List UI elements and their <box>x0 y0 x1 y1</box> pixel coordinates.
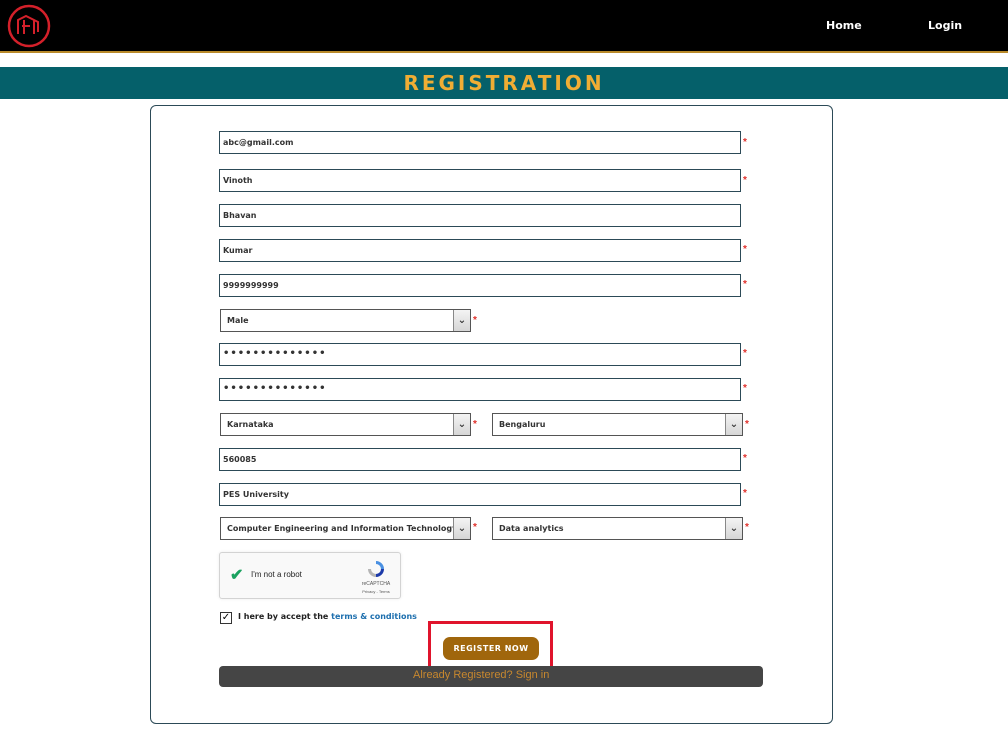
chevron-down-icon[interactable]: ⌄ <box>453 414 470 435</box>
logo-icon[interactable] <box>6 4 52 48</box>
middle-name-field[interactable]: Bhavan <box>219 204 741 227</box>
required-marker: * <box>473 315 477 326</box>
required-marker: * <box>743 383 747 394</box>
recaptcha-brand: reCAPTCHA <box>361 581 391 587</box>
phone-field[interactable]: 9999999999 <box>219 274 741 297</box>
checkmark-icon[interactable]: ✔ <box>230 565 243 585</box>
required-marker: * <box>745 522 749 533</box>
state-select-value: Karnataka <box>227 420 274 429</box>
college-field[interactable]: PES University <box>219 483 741 506</box>
gender-select[interactable]: Male ⌄ <box>220 309 471 332</box>
required-marker: * <box>745 419 749 430</box>
terms-checkbox[interactable]: ✓ <box>220 612 232 624</box>
required-marker: * <box>743 137 747 148</box>
register-now-button[interactable]: REGISTER NOW <box>443 637 539 660</box>
pincode-field[interactable]: 560085 <box>219 448 741 471</box>
last-name-field[interactable]: Kumar <box>219 239 741 262</box>
registration-banner: REGISTRATION <box>0 67 1008 99</box>
state-select[interactable]: Karnataka ⌄ <box>220 413 471 436</box>
recaptcha-terms[interactable]: Privacy - Terms <box>357 589 395 594</box>
chevron-down-icon[interactable]: ⌄ <box>453 310 470 331</box>
required-marker: * <box>473 419 477 430</box>
nav-home-link[interactable]: Home <box>826 19 862 32</box>
chevron-down-icon[interactable]: ⌄ <box>453 518 470 539</box>
terms-label: I here by accept the <box>238 612 332 621</box>
interest-select-value: Data analytics <box>499 524 564 533</box>
recaptcha-widget[interactable]: ✔ I'm not a robot reCAPTCHA Privacy - Te… <box>219 552 401 599</box>
email-field[interactable]: abc@gmail.com <box>219 131 741 154</box>
page-title: REGISTRATION <box>403 71 605 95</box>
recaptcha-icon <box>368 561 384 577</box>
nav-login-link[interactable]: Login <box>928 19 962 32</box>
confirm-password-field[interactable]: •••••••••••••• <box>219 378 741 401</box>
password-field[interactable]: •••••••••••••• <box>219 343 741 366</box>
required-marker: * <box>743 244 747 255</box>
chevron-down-icon[interactable]: ⌄ <box>725 414 742 435</box>
required-marker: * <box>473 522 477 533</box>
interest-select[interactable]: Data analytics ⌄ <box>492 517 743 540</box>
required-marker: * <box>743 279 747 290</box>
terms-conditions-link[interactable]: terms & conditions <box>331 612 417 621</box>
department-select[interactable]: Computer Engineering and Information Tec… <box>220 517 471 540</box>
department-select-value: Computer Engineering and Information Tec… <box>227 524 458 533</box>
city-select[interactable]: Bengaluru ⌄ <box>492 413 743 436</box>
recaptcha-label: I'm not a robot <box>251 570 302 579</box>
sign-in-link[interactable]: Already Registered? Sign in <box>413 669 549 681</box>
required-marker: * <box>743 488 747 499</box>
required-marker: * <box>743 453 747 464</box>
chevron-down-icon[interactable]: ⌄ <box>725 518 742 539</box>
city-select-value: Bengaluru <box>499 420 546 429</box>
terms-text: I here by accept the terms & conditions <box>238 612 417 621</box>
required-marker: * <box>743 175 747 186</box>
gender-select-value: Male <box>227 316 249 325</box>
top-navbar: Home Login <box>0 0 1008 53</box>
first-name-field[interactable]: Vinoth <box>219 169 741 192</box>
required-marker: * <box>743 348 747 359</box>
